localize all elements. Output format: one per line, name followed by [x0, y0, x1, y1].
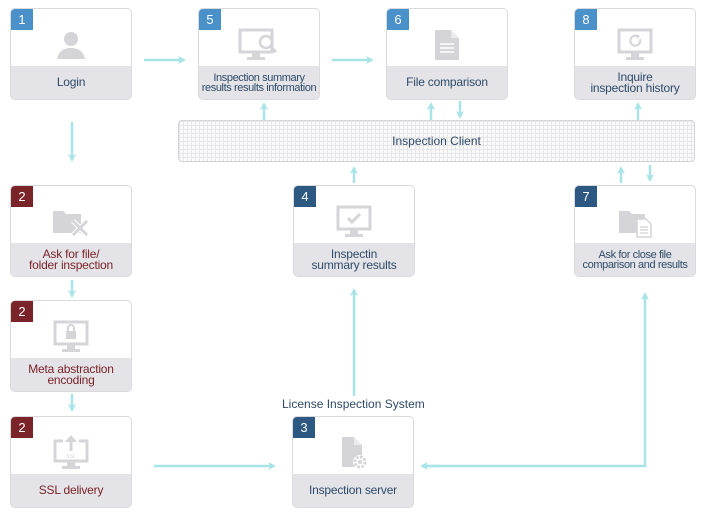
node-inquire-history[interactable]: 8 Inquire inspection history — [574, 8, 696, 100]
monitor-check-icon — [294, 200, 414, 244]
node-label: Ask for close file comparison and results — [575, 243, 695, 276]
folder-tools-icon — [11, 200, 131, 244]
node-file-comparison[interactable]: 6 File comparison — [386, 8, 508, 100]
node-label: Meta abstraction encoding — [11, 358, 131, 391]
node-label: File comparison — [387, 66, 507, 99]
node-label: Login — [11, 66, 131, 99]
node-summary-info[interactable]: 5 Inspection summary results results info… — [198, 8, 320, 100]
monitor-search-icon — [199, 23, 319, 67]
arrow-close-comparison-to-server — [422, 296, 647, 468]
node-inspection-server[interactable]: 3 Inspection server — [292, 416, 414, 508]
system-label: License Inspection System — [282, 397, 425, 411]
node-ask-folder-inspection[interactable]: 2 Ask for file/folder inspection — [10, 185, 132, 277]
node-label: SSL delivery — [11, 474, 131, 507]
node-label: Inquire inspection history — [575, 66, 695, 99]
inspection-client-bar: Inspection Client — [178, 120, 695, 162]
node-label: Inspection server — [293, 474, 413, 507]
monitor-upload-ssl-icon: SSL — [11, 431, 131, 475]
client-label: Inspection Client — [392, 134, 481, 148]
node-close-comparison[interactable]: 7 Ask for close file comparison and resul… — [574, 185, 696, 277]
document-icon — [387, 23, 507, 67]
node-label: Inspectin summary results — [294, 243, 414, 276]
node-meta-encoding[interactable]: 2 Meta abstraction encoding — [10, 300, 132, 392]
user-icon — [11, 23, 131, 67]
node-summary-results[interactable]: 4 Inspectin summary results — [293, 185, 415, 277]
monitor-refresh-icon — [575, 23, 695, 67]
node-label: Ask for file/folder inspection — [11, 243, 131, 276]
monitor-lock-icon — [11, 315, 131, 359]
svg-text:SSL: SSL — [66, 454, 76, 460]
node-login[interactable]: 1 Login — [10, 8, 132, 100]
folder-document-icon — [575, 200, 695, 244]
node-label: Inspection summary results results inform… — [199, 66, 319, 99]
node-ssl-delivery[interactable]: 2 SSL SSL delivery — [10, 416, 132, 508]
document-gear-icon — [293, 431, 413, 475]
